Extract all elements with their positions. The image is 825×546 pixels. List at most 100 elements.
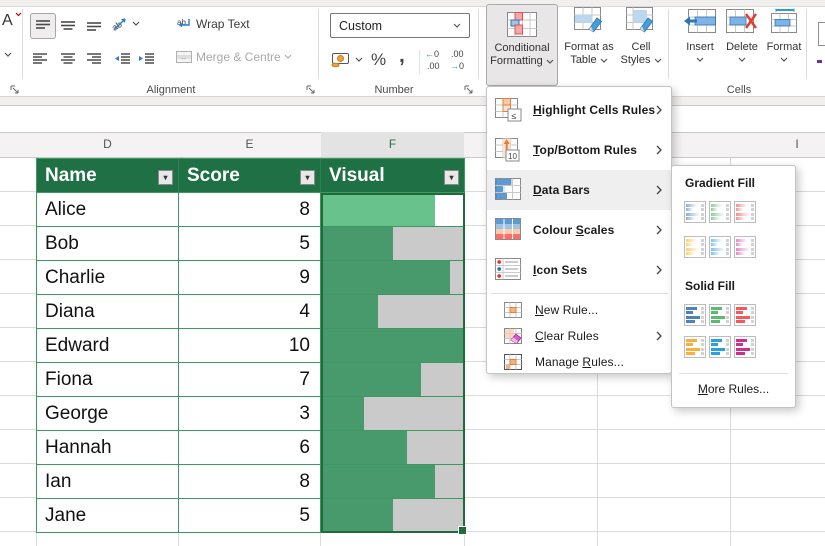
- format-button[interactable]: Format: [762, 8, 806, 62]
- insert-cells-icon: [684, 9, 716, 33]
- name-cell[interactable]: Jane: [37, 499, 179, 533]
- chevron-down-icon[interactable]: [4, 52, 12, 57]
- increase-decimal-button[interactable]: ← 0 .00: [424, 48, 445, 77]
- solid-fill-swatch-2[interactable]: [709, 304, 731, 326]
- conditional-formatting-button[interactable]: Conditional Formatting: [486, 4, 558, 86]
- format-as-table-button[interactable]: Format as Table: [560, 6, 618, 67]
- more-rules-button[interactable]: More Rules...: [672, 382, 795, 396]
- menu-item-data-bars[interactable]: Data Bars: [487, 170, 671, 210]
- filter-dropdown-icon[interactable]: ▾: [158, 170, 173, 185]
- header-cell-name[interactable]: Name ▾: [37, 159, 179, 193]
- menu-item-manage-rules[interactable]: Manage Rules...: [487, 349, 671, 375]
- solid-fill-swatch-1[interactable]: [684, 304, 706, 326]
- insert-label: Insert: [686, 41, 714, 53]
- name-cell[interactable]: Bob: [37, 227, 179, 261]
- dialog-launcher-icon[interactable]: [306, 85, 316, 95]
- number-format-dropdown[interactable]: Custom: [330, 13, 470, 38]
- visual-cell[interactable]: [321, 329, 465, 363]
- delete-button[interactable]: Delete: [720, 8, 764, 62]
- visual-cell[interactable]: [321, 499, 465, 533]
- score-cell[interactable]: 9: [179, 261, 321, 295]
- header-cell-visual[interactable]: Visual ▾: [321, 159, 465, 193]
- accounting-format-button[interactable]: [331, 49, 351, 74]
- score-cell[interactable]: 10: [179, 329, 321, 363]
- score-cell[interactable]: 4: [179, 295, 321, 329]
- name-cell[interactable]: George: [37, 397, 179, 431]
- orientation-button[interactable]: ab: [110, 14, 130, 37]
- menu-item-icon-sets[interactable]: Icon Sets: [487, 250, 671, 290]
- header-cell-score[interactable]: Score ▾: [179, 159, 321, 193]
- chevron-down-icon: [696, 57, 704, 62]
- column-header-F[interactable]: F: [321, 132, 464, 158]
- top-align-button[interactable]: [30, 13, 56, 39]
- column-header-E[interactable]: E: [179, 132, 320, 158]
- column-header-D[interactable]: D: [37, 132, 178, 158]
- score-cell[interactable]: 6: [179, 431, 321, 465]
- chevron-down-icon: [284, 54, 292, 59]
- dialog-launcher-icon[interactable]: [464, 85, 474, 95]
- gradient-fill-swatch-3[interactable]: [734, 201, 756, 223]
- decrease-decimal-button[interactable]: .00 → 0: [449, 48, 470, 77]
- name-cell[interactable]: Diana: [37, 295, 179, 329]
- align-right-button[interactable]: [86, 52, 102, 71]
- name-cell[interactable]: Charlie: [37, 261, 179, 295]
- name-cell[interactable]: Edward: [37, 329, 179, 363]
- increase-indent-button[interactable]: [138, 52, 155, 71]
- name-cell[interactable]: Alice: [37, 193, 179, 227]
- score-cell[interactable]: 5: [179, 499, 321, 533]
- chevron-down-icon[interactable]: [132, 21, 140, 26]
- menu-item-clear-rules[interactable]: Clear Rules: [487, 323, 671, 349]
- gradient-fill-swatch-5[interactable]: [709, 236, 731, 258]
- gradient-fill-swatch-6[interactable]: [734, 236, 756, 258]
- align-center-button[interactable]: [60, 52, 76, 71]
- solid-fill-swatch-3[interactable]: [734, 304, 756, 326]
- chevron-down-icon: [453, 23, 461, 28]
- gradient-fill-swatch-1[interactable]: [684, 201, 706, 223]
- filter-dropdown-icon[interactable]: ▾: [300, 170, 315, 185]
- menu-item-top-bottom-rules[interactable]: 10 Top/Bottom Rules: [487, 130, 671, 170]
- solid-fill-swatch-5[interactable]: [709, 336, 731, 358]
- solid-fill-swatch-6[interactable]: [734, 336, 756, 358]
- chevron-down-icon[interactable]: [355, 57, 363, 62]
- bottom-align-button[interactable]: [86, 18, 102, 37]
- gradient-fill-swatch-2[interactable]: [709, 201, 731, 223]
- score-cell[interactable]: 8: [179, 465, 321, 499]
- visual-cell[interactable]: [321, 193, 465, 227]
- score-cell[interactable]: 7: [179, 363, 321, 397]
- visual-cell[interactable]: [321, 431, 465, 465]
- insert-button[interactable]: Insert: [678, 8, 722, 62]
- align-left-button[interactable]: [32, 52, 48, 71]
- score-cell[interactable]: 8: [179, 193, 321, 227]
- table-body: Alice 8 Bob 5 Charlie 9 Diana 4 Edward 1…: [37, 193, 465, 533]
- column-header-I[interactable]: I: [731, 132, 825, 158]
- percent-style-button[interactable]: %: [371, 50, 386, 70]
- table-row: Hannah 6: [37, 431, 465, 465]
- name-cell[interactable]: Ian: [37, 465, 179, 499]
- gradient-fill-swatch-4[interactable]: [684, 236, 706, 258]
- gradient-swatches: [684, 201, 762, 258]
- format-as-table-label-1: Format as: [564, 41, 614, 53]
- visual-cell[interactable]: [321, 261, 465, 295]
- visual-cell[interactable]: [321, 295, 465, 329]
- decrease-indent-button[interactable]: [114, 52, 131, 71]
- menu-item-highlight-cells-rules[interactable]: ≤ Highlight Cells Rules: [487, 90, 671, 130]
- filter-dropdown-icon[interactable]: ▾: [444, 170, 459, 185]
- format-cells-icon: [771, 8, 797, 33]
- name-cell[interactable]: Hannah: [37, 431, 179, 465]
- score-cell[interactable]: 5: [179, 227, 321, 261]
- name-cell[interactable]: Fiona: [37, 363, 179, 397]
- score-cell[interactable]: 3: [179, 397, 321, 431]
- visual-cell[interactable]: [321, 465, 465, 499]
- svg-text:0: 0: [434, 49, 439, 59]
- visual-cell[interactable]: [321, 363, 465, 397]
- visual-cell[interactable]: [321, 397, 465, 431]
- menu-item-colour-scales[interactable]: Colour Scales: [487, 210, 671, 250]
- solid-fill-swatch-4[interactable]: [684, 336, 706, 358]
- font-colour-button[interactable]: A: [2, 12, 13, 30]
- middle-align-button[interactable]: [60, 18, 76, 37]
- dialog-launcher-icon[interactable]: [10, 85, 20, 95]
- cell-styles-button[interactable]: Cell Styles: [618, 6, 664, 67]
- menu-item-new-rule[interactable]: New Rule...: [487, 297, 671, 323]
- visual-cell[interactable]: [321, 227, 465, 261]
- comma-style-button[interactable]: ,: [399, 44, 405, 68]
